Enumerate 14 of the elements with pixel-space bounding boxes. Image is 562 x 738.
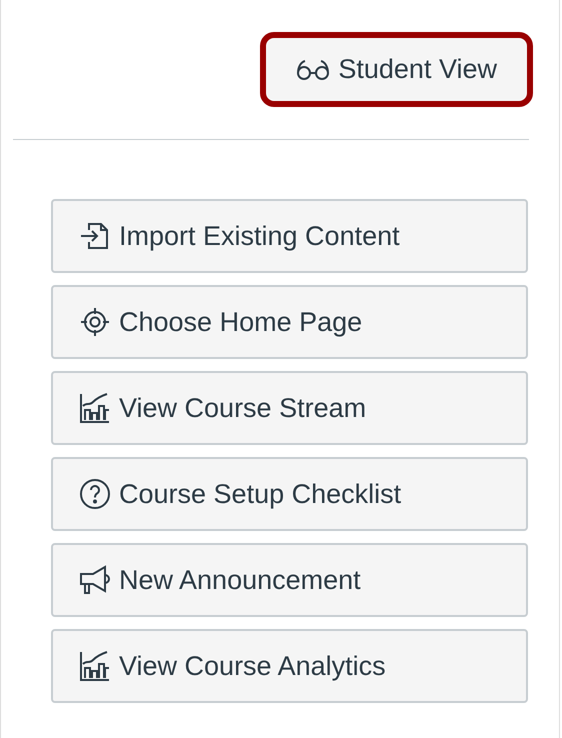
glasses-icon <box>296 58 330 80</box>
target-icon <box>79 306 111 338</box>
student-view-button[interactable]: Student View <box>260 32 533 107</box>
megaphone-icon <box>79 564 111 596</box>
bar-chart-icon <box>79 650 111 682</box>
action-button[interactable]: View Course Stream <box>51 371 528 445</box>
action-button[interactable]: Import Existing Content <box>51 199 528 273</box>
bar-chart-icon <box>79 392 111 424</box>
action-button[interactable]: New Announcement <box>51 543 528 617</box>
import-icon <box>79 220 111 252</box>
help-icon <box>79 478 111 510</box>
action-button[interactable]: Choose Home Page <box>51 285 528 359</box>
action-button[interactable]: View Course Analytics <box>51 629 528 703</box>
action-button[interactable]: Course Setup Checklist <box>51 457 528 531</box>
